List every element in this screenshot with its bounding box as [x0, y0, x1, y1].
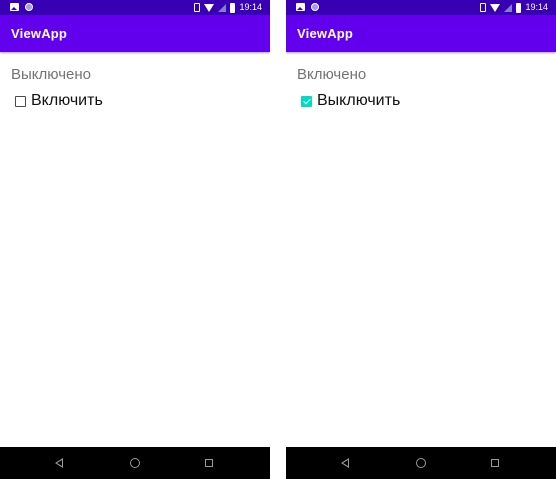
image-icon: [296, 3, 305, 11]
wifi-icon: [204, 3, 215, 12]
checkbox-checked-icon[interactable]: [301, 95, 312, 107]
back-icon[interactable]: [341, 458, 349, 468]
status-label: Включено: [297, 66, 367, 83]
status-time: 19:14: [239, 2, 262, 12]
battery-icon: [230, 2, 236, 13]
checkbox-unchecked-icon[interactable]: [15, 95, 26, 107]
app-title: ViewApp: [11, 26, 68, 41]
home-icon[interactable]: [416, 458, 426, 468]
toggle-checkbox[interactable]: Включить: [15, 92, 103, 110]
checkbox-label[interactable]: Включить: [31, 92, 103, 110]
notification-dot-icon: [25, 3, 33, 11]
checkbox-label[interactable]: Выключить: [317, 92, 400, 110]
app-bar: ViewApp: [286, 15, 556, 52]
notification-dot-icon: [311, 3, 319, 11]
status-bar-left: [296, 3, 319, 11]
status-label: Выключено: [11, 66, 91, 83]
recents-icon[interactable]: [205, 459, 213, 467]
status-bar-right: 19:14: [194, 1, 262, 14]
status-bar: 19:14: [0, 0, 270, 15]
status-bar-right: 19:14: [480, 1, 548, 14]
image-icon: [10, 3, 19, 11]
app-title: ViewApp: [297, 26, 354, 41]
no-signal-icon: [504, 3, 513, 12]
status-bar: 19:14: [286, 0, 556, 15]
vibrate-icon: [194, 3, 201, 12]
navigation-bar: [0, 447, 270, 479]
toggle-checkbox[interactable]: Выключить: [301, 92, 400, 110]
phone-screen-checked: 19:14 ViewApp Включено Выключить: [286, 0, 556, 479]
wifi-icon: [490, 3, 501, 12]
no-signal-icon: [218, 3, 227, 12]
screens-container: 19:14 ViewApp Выключено Включить 19:14 V…: [0, 0, 556, 479]
status-time: 19:14: [525, 2, 548, 12]
navigation-bar: [286, 447, 556, 479]
home-icon[interactable]: [130, 458, 140, 468]
recents-icon[interactable]: [491, 459, 499, 467]
app-bar: ViewApp: [0, 15, 270, 52]
status-bar-left: [10, 3, 33, 11]
battery-icon: [516, 2, 522, 13]
phone-screen-unchecked: 19:14 ViewApp Выключено Включить: [0, 0, 270, 479]
vibrate-icon: [480, 3, 487, 12]
back-icon[interactable]: [55, 458, 63, 468]
